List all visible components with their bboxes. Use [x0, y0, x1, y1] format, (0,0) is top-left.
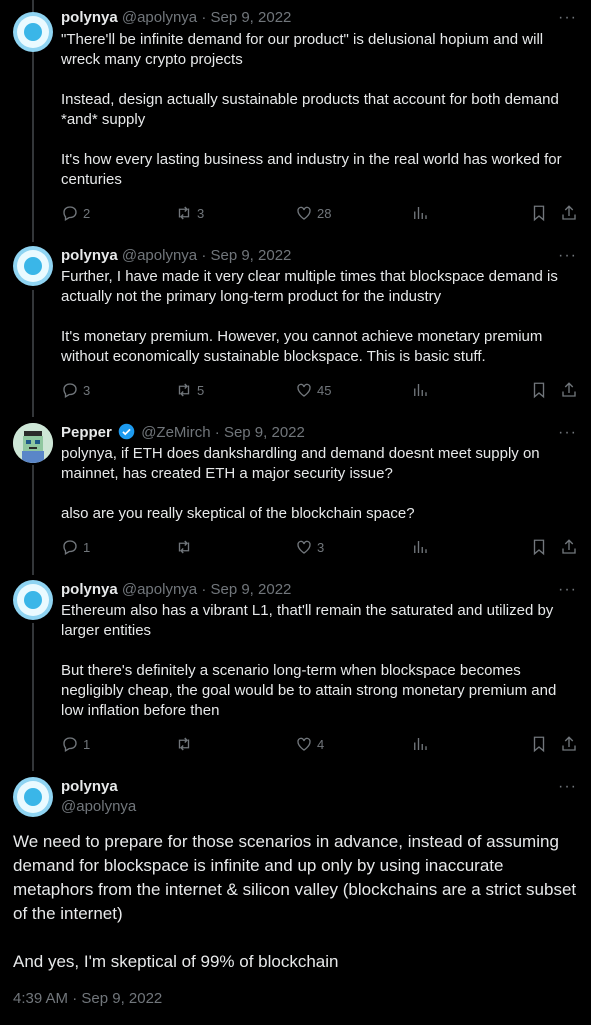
retweet-icon: [178, 206, 190, 220]
author-handle[interactable]: @apolynya: [122, 581, 197, 598]
author-handle[interactable]: @apolynya: [122, 9, 197, 26]
like-count: 4: [317, 736, 325, 752]
share-icon: [562, 736, 576, 751]
tweet-text: Ethereum also has a vibrant L1, that'll …: [61, 602, 557, 719]
reply-button[interactable]: 2: [61, 203, 90, 223]
reply-icon: [63, 540, 77, 555]
author-name[interactable]: polynya: [61, 9, 118, 26]
tweet-date[interactable]: · Sep 9, 2022: [201, 247, 291, 264]
author-name[interactable]: polynya: [61, 581, 118, 598]
author-handle[interactable]: @apolynya: [122, 247, 197, 264]
bookmark-icon: [533, 736, 545, 753]
retweet-button[interactable]: 3: [175, 203, 204, 223]
thread-line: [32, 465, 34, 575]
more-icon[interactable]: ···: [558, 777, 577, 797]
bookmark-button[interactable]: [530, 734, 548, 754]
reply-button[interactable]: 1: [61, 537, 90, 557]
share-button[interactable]: [560, 537, 578, 557]
share-icon: [562, 382, 576, 397]
reply-button[interactable]: 3: [61, 380, 90, 400]
analytics-icon: [414, 738, 427, 750]
heart-icon: [297, 206, 311, 220]
views-button[interactable]: [411, 537, 429, 557]
bookmark-icon: [533, 205, 545, 222]
reply-count: 2: [83, 205, 91, 221]
retweet-count: 5: [197, 382, 205, 398]
bookmark-button[interactable]: [530, 203, 548, 223]
pixel-avatar-icon: [13, 423, 53, 463]
tweet-date[interactable]: · Sep 9, 2022: [201, 9, 291, 26]
like-count: 28: [317, 205, 332, 221]
like-button[interactable]: 28: [295, 203, 331, 223]
heart-icon: [297, 737, 311, 751]
bookmark-button[interactable]: [530, 537, 548, 557]
author-handle[interactable]: @apolynya: [61, 797, 136, 817]
share-icon: [562, 539, 576, 554]
share-button[interactable]: [560, 734, 578, 754]
reply-icon: [63, 383, 77, 398]
views-button[interactable]: [411, 734, 429, 754]
retweet-count: 3: [197, 205, 205, 221]
tweet-text: polynya, if ETH does dankshardling and d…: [61, 445, 540, 522]
like-count: 3: [317, 539, 325, 555]
analytics-icon: [414, 207, 427, 219]
avatar[interactable]: [13, 580, 53, 620]
reply-count: 1: [83, 736, 91, 752]
analytics-icon: [414, 541, 427, 553]
tweet-date[interactable]: · Sep 9, 2022: [215, 424, 305, 441]
analytics-icon: [414, 384, 427, 396]
author-handle[interactable]: @ZeMirch: [141, 424, 210, 441]
tweet-timestamp[interactable]: 4:39 AM · Sep 9, 2022: [13, 990, 162, 1007]
share-button[interactable]: [560, 380, 578, 400]
views-button[interactable]: [411, 380, 429, 400]
heart-icon: [297, 383, 311, 397]
more-icon[interactable]: ···: [558, 423, 577, 443]
reply-icon: [63, 206, 77, 221]
reply-count: 3: [83, 382, 91, 398]
tweet-text: We need to prepare for those scenarios i…: [13, 832, 577, 971]
retweet-icon: [178, 540, 190, 554]
share-button[interactable]: [560, 203, 578, 223]
share-icon: [562, 205, 576, 220]
author-name[interactable]: Pepper: [61, 424, 112, 441]
bookmark-icon: [533, 539, 545, 556]
reply-icon: [63, 737, 77, 752]
like-button[interactable]: 4: [295, 734, 324, 754]
avatar[interactable]: [13, 12, 53, 52]
thread-line: [32, 0, 34, 12]
retweet-icon: [178, 737, 190, 751]
retweet-button[interactable]: 5: [175, 380, 204, 400]
retweet-button[interactable]: [175, 537, 197, 557]
bookmark-button[interactable]: [530, 380, 548, 400]
bookmark-icon: [533, 382, 545, 399]
retweet-icon: [178, 383, 190, 397]
avatar[interactable]: [13, 423, 53, 463]
like-button[interactable]: 45: [295, 380, 331, 400]
more-icon[interactable]: ···: [558, 8, 577, 28]
tweet-date[interactable]: · Sep 9, 2022: [201, 581, 291, 598]
avatar[interactable]: [13, 246, 53, 286]
tweet-text: Further, I have made it very clear multi…: [61, 268, 558, 365]
heart-icon: [297, 540, 311, 554]
like-count: 45: [317, 382, 332, 398]
like-button[interactable]: 3: [295, 537, 324, 557]
more-icon[interactable]: ···: [558, 246, 577, 266]
thread-line: [32, 290, 34, 417]
author-name[interactable]: polynya: [61, 247, 118, 264]
tweet-text: "There'll be infinite demand for our pro…: [61, 31, 562, 188]
verified-badge-icon: [118, 423, 135, 440]
retweet-button[interactable]: [175, 734, 197, 754]
more-icon[interactable]: ···: [558, 580, 577, 600]
reply-button[interactable]: 1: [61, 734, 90, 754]
author-name[interactable]: polynya: [61, 777, 136, 797]
thread-line: [32, 623, 34, 771]
views-button[interactable]: [411, 203, 429, 223]
thread-line: [32, 50, 34, 242]
avatar[interactable]: [13, 777, 53, 817]
reply-count: 1: [83, 539, 91, 555]
